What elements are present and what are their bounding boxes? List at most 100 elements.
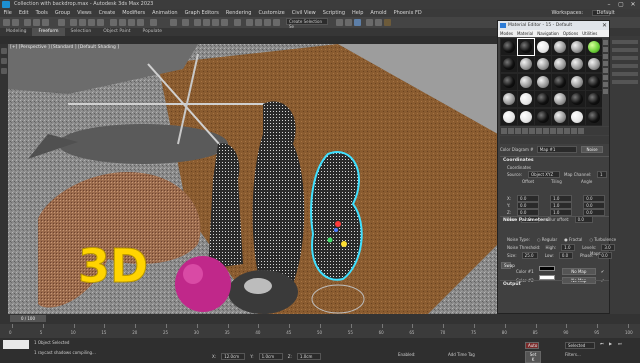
viewport-label[interactable]: [+] [Perspective ] [Standard ] [Default … — [10, 45, 119, 50]
z-coordinate-field[interactable]: 1.0cm — [296, 353, 321, 360]
material-sample-slot[interactable] — [586, 91, 602, 108]
y-coordinate-field[interactable]: 1.0cm — [258, 353, 283, 360]
tab-freeform[interactable]: Freeform — [32, 28, 65, 36]
minimize-button[interactable]: – — [603, 0, 615, 9]
menu-civil-view[interactable]: Civil View — [288, 9, 319, 17]
workspaces-select[interactable]: Default — [592, 10, 615, 16]
swap-button[interactable]: Swap — [501, 262, 515, 269]
scale-icon[interactable] — [128, 19, 135, 26]
command-panel-row[interactable] — [612, 48, 638, 52]
material-sample-slot[interactable] — [569, 39, 585, 55]
menu-scripting[interactable]: Scripting — [319, 9, 348, 17]
material-sample-slot[interactable] — [586, 56, 602, 73]
options-icon[interactable] — [603, 82, 608, 87]
add-time-tag-button[interactable]: Add Time Tag — [448, 352, 475, 357]
menu-help[interactable]: Help — [349, 9, 367, 17]
video-color-check-icon[interactable] — [603, 68, 608, 73]
menu-navigation[interactable]: Navigation — [535, 30, 561, 37]
material-sample-slot[interactable] — [586, 39, 602, 55]
auto-key-button[interactable]: Auto — [525, 342, 539, 349]
menu-modes[interactable]: Modes — [498, 30, 515, 37]
maximize-button[interactable]: ▢ — [615, 0, 627, 9]
material-sample-slot[interactable] — [535, 108, 551, 125]
material-sample-slot[interactable] — [552, 91, 568, 108]
toggle-layer-explorer-icon[interactable] — [273, 19, 280, 26]
link-icon[interactable] — [24, 19, 31, 26]
maxscript-listener[interactable] — [3, 340, 29, 349]
reset-map-icon[interactable] — [522, 128, 528, 134]
spinner-snap-icon[interactable] — [221, 19, 228, 26]
menu-group[interactable]: Group — [51, 9, 73, 17]
material-sample-slot[interactable] — [518, 56, 534, 73]
rotate-icon[interactable] — [119, 19, 126, 26]
time-slider[interactable]: 0 / 100 — [10, 315, 46, 322]
material-sample-slot[interactable] — [535, 91, 551, 108]
unlink-icon[interactable] — [33, 19, 40, 26]
menu-create[interactable]: Create — [95, 9, 119, 17]
x-coordinate-field[interactable]: 12.0cm — [221, 353, 246, 360]
mirror-icon[interactable] — [246, 19, 253, 26]
map-channel-field[interactable]: 1 — [597, 171, 607, 178]
tab-selection[interactable]: Selection — [65, 28, 98, 36]
get-material-icon[interactable] — [501, 128, 507, 134]
material-sample-slot[interactable] — [586, 108, 602, 125]
command-panel-row[interactable] — [612, 40, 638, 44]
viewport-maximize-icon[interactable] — [1, 68, 7, 74]
close-button[interactable]: ✕ — [627, 0, 639, 9]
assign-to-selection-icon[interactable] — [515, 128, 521, 134]
bind-space-warp-icon[interactable] — [42, 19, 49, 26]
select-by-material-icon[interactable] — [603, 89, 608, 94]
copy-material-icon[interactable] — [529, 128, 535, 134]
selected-keys-dropdown[interactable]: Selected — [565, 342, 595, 349]
edit-named-selections-icon[interactable] — [234, 19, 241, 26]
placement-icon[interactable] — [137, 19, 144, 26]
menu-options[interactable]: Options — [561, 30, 580, 37]
material-editor-close-icon[interactable]: ✕ — [602, 21, 607, 30]
menu-customize[interactable]: Customize — [255, 9, 288, 17]
make-unique-icon[interactable] — [536, 128, 542, 134]
source-select[interactable]: Object XYZ — [528, 171, 560, 178]
menu-file[interactable]: File — [0, 9, 15, 17]
tab-modeling[interactable]: Modeling — [0, 28, 32, 36]
command-panel-row[interactable] — [612, 72, 638, 76]
toggle-scene-explorer-icon[interactable] — [264, 19, 271, 26]
move-icon[interactable] — [110, 19, 117, 26]
set-key-button[interactable]: Set K — [525, 351, 541, 363]
material-sample-slot[interactable] — [535, 39, 551, 55]
command-panel-row[interactable] — [612, 56, 638, 60]
material-sample-slot[interactable] — [535, 73, 551, 90]
material-editor-icon[interactable] — [354, 19, 361, 26]
background-icon[interactable] — [603, 54, 608, 59]
menu-utilities[interactable]: Utilities — [580, 30, 599, 37]
render-production-icon[interactable] — [384, 19, 391, 26]
material-sample-slot[interactable] — [569, 91, 585, 108]
sample-uv-tiling-icon[interactable] — [603, 61, 608, 66]
viewport-layout-icon[interactable] — [1, 48, 7, 54]
sample-type-icon[interactable] — [603, 40, 608, 45]
command-panel-row[interactable] — [612, 64, 638, 68]
key-filters-button[interactable]: Filters... — [565, 352, 581, 357]
put-to-library-icon[interactable] — [543, 128, 549, 134]
material-sample-slot[interactable] — [552, 108, 568, 125]
viewport-config-icon[interactable] — [1, 58, 7, 64]
menu-rendering[interactable]: Rendering — [222, 9, 255, 17]
material-sample-slot[interactable] — [518, 108, 534, 125]
material-sample-slot[interactable] — [501, 91, 517, 108]
angle-snap-icon[interactable] — [203, 19, 210, 26]
percent-snap-icon[interactable] — [212, 19, 219, 26]
selection-set-input[interactable]: Create Selection Se — [286, 18, 328, 29]
material-sample-slot[interactable] — [518, 73, 534, 90]
blur-offset-field[interactable]: 0.0 — [574, 216, 593, 223]
material-sample-slot[interactable] — [501, 39, 517, 55]
material-sample-slot[interactable] — [569, 108, 585, 125]
material-sample-slot[interactable] — [552, 39, 568, 55]
backlight-icon[interactable] — [603, 47, 608, 52]
tab-populate[interactable]: Populate — [137, 28, 169, 36]
undo-icon[interactable] — [3, 19, 10, 26]
menu-edit[interactable]: Edit — [15, 9, 32, 17]
curve-editor-icon[interactable] — [336, 19, 343, 26]
rectangular-selection-icon[interactable] — [88, 19, 95, 26]
material-sample-slot[interactable] — [517, 38, 535, 56]
show-end-result-icon[interactable] — [564, 128, 570, 134]
coordinates-rollout-header[interactable]: Coordinates — [503, 158, 534, 163]
